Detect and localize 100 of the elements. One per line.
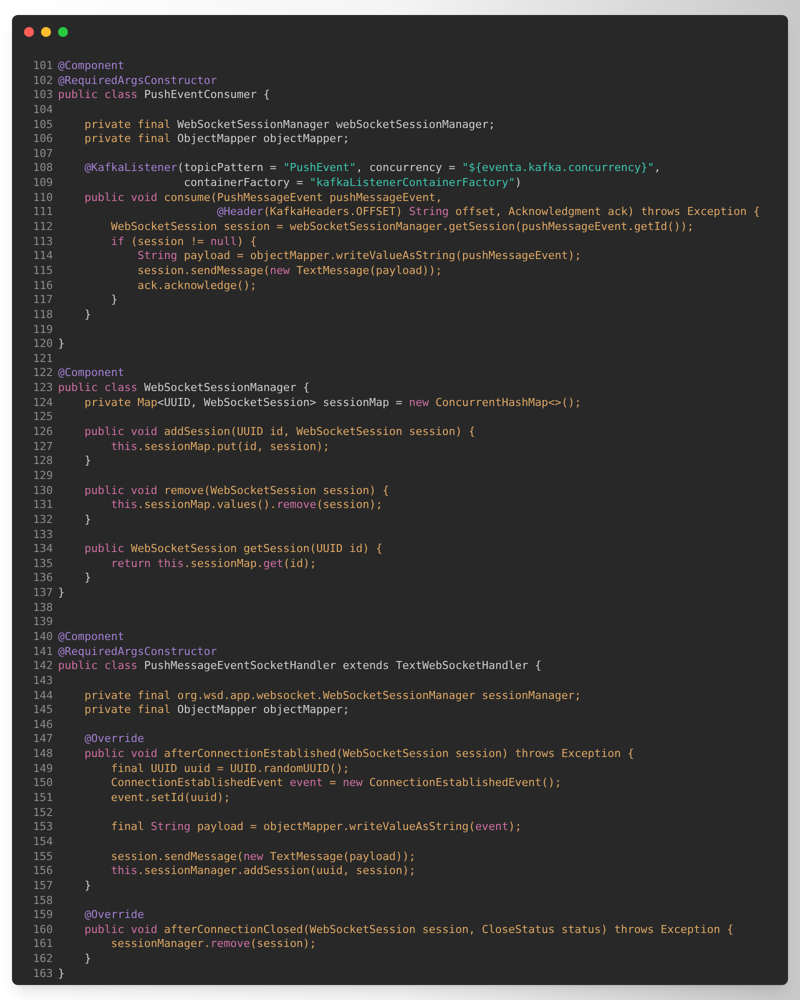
line-number: 151 <box>33 791 54 806</box>
line-number: 116 <box>33 278 54 294</box>
line-number: 126 <box>33 425 54 440</box>
code-line: session.sendMessage(new TextMessage(payload)); <box>136 264 442 279</box>
line-number: 163 <box>33 966 54 982</box>
line-number: 160 <box>33 922 54 938</box>
line-number: 106 <box>33 132 54 147</box>
code-line: } <box>83 952 92 967</box>
code-line: } <box>83 512 92 528</box>
code-line: this.sessionMap.put(id, session); <box>110 440 330 454</box>
code-line: @Override <box>83 732 144 748</box>
code-line: @Component <box>58 59 124 74</box>
line-number: 114 <box>33 249 54 264</box>
line-number: 159 <box>33 908 54 923</box>
code-line: ack.acknowledge(); <box>136 278 257 294</box>
code-line: containerFactory = "kafkaListenerContainerFactory") <box>182 176 522 191</box>
code-line: public void consume(PushMessageEvent pushMessageEvent, <box>83 190 442 206</box>
code-line: ConnectionEstablishedEvent event = new ConnectionEstablishedEvent(); <box>110 776 562 792</box>
line-number: 108 <box>33 161 54 176</box>
line-number: 139 <box>33 615 54 630</box>
line-number: 103 <box>33 88 54 103</box>
code-line: private final org.wsd.app.websocket.WebSocketSessionManager sessionManager; <box>83 688 582 704</box>
line-number: 134 <box>33 542 54 557</box>
line-number: 109 <box>33 176 54 191</box>
code-line: @RequiredArgsConstructor <box>58 74 217 88</box>
line-number: 127 <box>33 440 54 454</box>
code-line: this.sessionManager.addSession(uuid, session); <box>110 864 416 879</box>
code-line: } <box>83 571 92 586</box>
line-number: 150 <box>33 776 54 792</box>
line-number: 132 <box>33 512 54 528</box>
code-line: public class WebSocketSessionManager { <box>58 381 310 396</box>
code-line: private Map<UUID, WebSocketSession> sessionMap = new ConcurrentHashMap<>(); <box>83 396 582 410</box>
code-line: private final ObjectMapper objectMapper; <box>83 703 350 718</box>
line-number: 123 <box>33 381 54 396</box>
code-line: } <box>110 293 118 308</box>
line-number: 110 <box>33 190 54 206</box>
code-line: public void afterConnectionEstablished(WebSocketSession session) throws Exception { <box>83 747 634 762</box>
code-line: @Component <box>58 366 124 382</box>
line-number: 112 <box>33 220 54 235</box>
code-line: public void remove(WebSocketSession session) { <box>83 484 390 498</box>
line-number: 158 <box>33 894 54 908</box>
code-line: return this.sessionMap.get(id); <box>110 556 316 572</box>
line-number: 119 <box>33 322 54 338</box>
line-number: 136 <box>33 571 54 586</box>
line-number: 104 <box>33 102 54 118</box>
line-number: 124 <box>33 396 54 410</box>
line-number: 145 <box>33 703 54 718</box>
line-number: 148 <box>33 747 54 762</box>
code-line: session.sendMessage(new TextMessage(payload)); <box>110 850 416 864</box>
line-number: 144 <box>33 688 54 704</box>
line-number: 146 <box>33 718 54 732</box>
line-number: 122 <box>33 366 54 382</box>
line-number: 154 <box>33 834 54 850</box>
line-number: 133 <box>33 528 54 542</box>
code-line: } <box>58 586 65 601</box>
line-number: 147 <box>33 732 54 748</box>
line-number: 107 <box>33 146 54 162</box>
line-number: 142 <box>33 659 54 674</box>
code-line: final UUID uuid = UUID.randomUUID(); <box>110 762 350 776</box>
code-line: @Header(KafkaHeaders.OFFSET) String offset, Acknowledgment ack) throws Exception { <box>216 205 760 220</box>
line-number: 141 <box>33 644 54 660</box>
line-number: 101 <box>33 59 54 74</box>
line-number: 135 <box>33 556 54 572</box>
line-number: 138 <box>33 600 54 616</box>
line-number: 140 <box>33 630 54 645</box>
line-number: 153 <box>33 820 54 835</box>
line-number: 102 <box>33 74 54 88</box>
code-line: } <box>83 308 92 323</box>
line-number: 120 <box>33 337 54 352</box>
code-line: if (session != null) { <box>110 234 257 250</box>
line-number: 129 <box>33 468 54 484</box>
line-number: 155 <box>33 850 54 864</box>
line-number: 125 <box>33 410 54 426</box>
line-number: 113 <box>33 234 54 250</box>
line-number: 161 <box>33 937 54 952</box>
code-line: } <box>83 878 92 894</box>
code-line: @KafkaListener(topicPattern = "PushEvent", concurrency = "${eventa.kafka.concurrency}", <box>83 161 661 176</box>
code-line: String payload = objectMapper.writeValueAsString(pushMessageEvent); <box>136 249 582 264</box>
line-number: 115 <box>33 264 54 279</box>
line-number: 143 <box>33 674 54 689</box>
line-number: 130 <box>33 484 54 498</box>
code-line: @Override <box>83 908 144 923</box>
code-line: event.setId(uuid); <box>110 791 230 806</box>
code-line: } <box>58 966 65 982</box>
line-number: 117 <box>33 293 54 308</box>
code-line: private final WebSocketSessionManager webSocketSessionManager; <box>83 118 496 132</box>
line-number: 137 <box>33 586 54 601</box>
line-number: 128 <box>33 454 54 469</box>
line-number: 157 <box>33 878 54 894</box>
code-line: public void afterConnectionClosed(WebSocketSession session, CloseStatus status) throws Exception { <box>83 922 734 938</box>
code-line: public void addSession(UUID id, WebSocketSession session) { <box>83 425 476 440</box>
code-line: public class PushMessageEventSocketHandler extends TextWebSocketHandler { <box>58 659 542 674</box>
code-line: @Component <box>58 630 124 645</box>
code-line: } <box>58 337 65 352</box>
code-line: } <box>83 454 92 469</box>
line-number: 111 <box>33 205 54 220</box>
code-line: public class PushEventConsumer { <box>58 88 270 103</box>
line-number: 149 <box>33 762 54 776</box>
code-line: public WebSocketSession getSession(UUID id) { <box>83 542 383 557</box>
line-number: 121 <box>33 352 54 366</box>
